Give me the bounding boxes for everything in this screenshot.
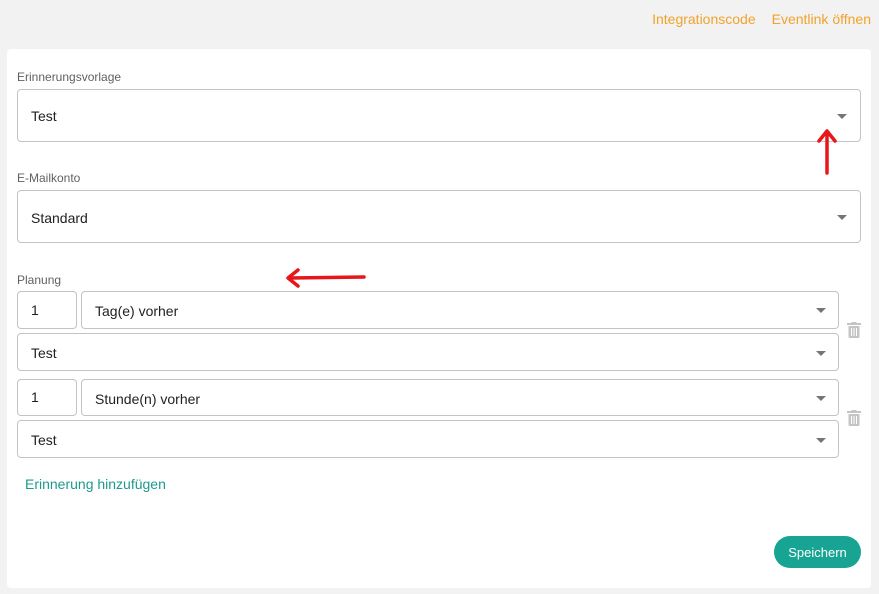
reminder-amount-input[interactable]: 1 <box>17 379 77 416</box>
reminder-template-select[interactable]: Test <box>17 420 839 458</box>
red-arrow-up-annotation <box>817 129 837 175</box>
header-links: Integrationscode Eventlink öffnen <box>652 11 871 27</box>
chevron-down-icon <box>816 396 826 401</box>
reminder-unit-select[interactable]: Stunde(n) vorher <box>81 379 839 416</box>
chevron-down-icon <box>816 308 826 313</box>
reminder-settings-card: Erinnerungsvorlage Test E-Mailkonto Stan… <box>7 49 871 588</box>
template-select-value: Test <box>31 108 57 124</box>
red-arrow-left-annotation <box>286 268 366 288</box>
reminder-unit-select[interactable]: Tag(e) vorher <box>81 291 839 329</box>
trash-icon[interactable] <box>847 410 861 426</box>
reminder-template-select[interactable]: Test <box>17 333 839 371</box>
planning-label: Planung <box>17 273 62 287</box>
reminder-template-value: Test <box>31 345 57 361</box>
chevron-down-icon <box>837 114 847 119</box>
integration-code-link[interactable]: Integrationscode <box>652 11 756 27</box>
reminder-template-value: Test <box>31 432 57 448</box>
add-reminder-link[interactable]: Erinnerung hinzufügen <box>25 476 166 492</box>
template-label: Erinnerungsvorlage <box>17 70 122 84</box>
email-account-select-value: Standard <box>31 210 88 226</box>
email-account-label: E-Mailkonto <box>17 171 81 185</box>
reminder-unit-value: Tag(e) vorher <box>95 303 179 319</box>
template-select[interactable]: Test <box>17 89 861 142</box>
chevron-down-icon <box>837 215 847 220</box>
reminder-unit-value: Stunde(n) vorher <box>95 391 201 407</box>
chevron-down-icon <box>816 351 826 356</box>
chevron-down-icon <box>816 438 826 443</box>
save-button[interactable]: Speichern <box>774 536 861 568</box>
reminder-amount-input[interactable]: 1 <box>17 291 77 329</box>
eventlink-open-link[interactable]: Eventlink öffnen <box>772 11 871 27</box>
trash-icon[interactable] <box>847 322 861 338</box>
email-account-select[interactable]: Standard <box>17 190 861 243</box>
